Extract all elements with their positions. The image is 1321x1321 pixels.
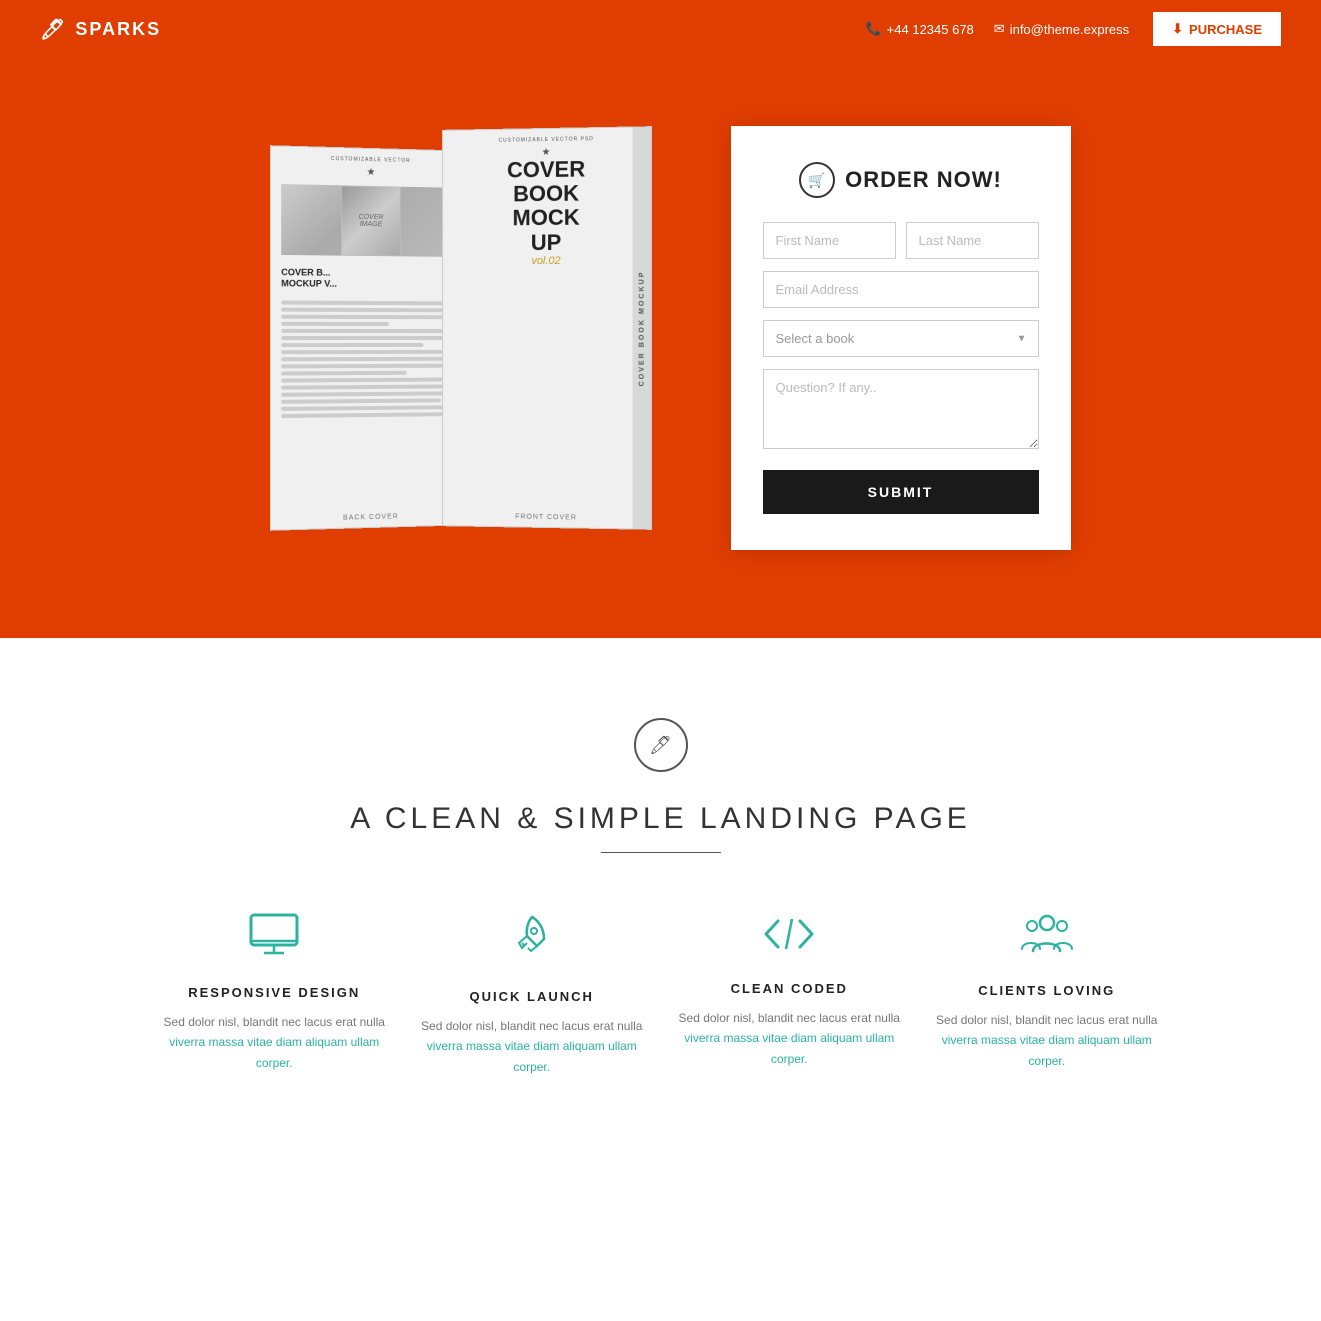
feature-launch-desc: Sed dolor nisl, blandit nec lacus erat n… (418, 1016, 646, 1077)
books-container: CUSTOMIZABLE VECTOR ★ COVERIMAGE COVER B… (251, 118, 671, 558)
section-title: A CLEAN & SIMPLE LANDING PAGE (40, 802, 1281, 836)
section-divider (601, 852, 721, 853)
phone-contact: 📞 +44 12345 678 (865, 21, 973, 37)
last-name-input[interactable] (906, 222, 1039, 259)
header-right: 📞 +44 12345 678 ✉ info@theme.express ⬇ P… (865, 12, 1281, 46)
site-header: 🖊 SPARKS 📞 +44 12345 678 ✉ info@theme.ex… (0, 0, 1321, 58)
question-textarea[interactable] (763, 369, 1039, 449)
feature-launch-title: QUICK LAUNCH (418, 989, 646, 1004)
features-grid: RESPONSIVE DESIGN Sed dolor nisl, blandi… (161, 913, 1161, 1077)
feature-clients-title: CLIENTS LOVING (933, 983, 1161, 998)
book-back-image: COVERIMAGE (281, 184, 458, 257)
name-row (763, 222, 1039, 259)
book-spine: COVER BOOK MOCKUP (632, 127, 650, 529)
feature-clients: CLIENTS LOVING Sed dolor nisl, blandit n… (933, 913, 1161, 1077)
phone-number: +44 12345 678 (887, 22, 974, 37)
feature-launch-link[interactable]: viverra massa vitae diam aliquam ullam c… (427, 1039, 637, 1073)
book-front-bottom: FRONT COVER (443, 506, 651, 528)
feature-coded: CLEAN CODED Sed dolor nisl, blandit nec … (676, 913, 904, 1077)
email-icon: ✉ (994, 21, 1005, 37)
email-contact: ✉ info@theme.express (994, 21, 1129, 37)
logo[interactable]: 🖊 SPARKS (40, 17, 161, 42)
form-title: 🛒 ORDER NOW! (763, 162, 1039, 198)
order-form-container: 🛒 ORDER NOW! Select a book Book 1 Book 2… (731, 126, 1071, 550)
cart-icon: 🛒 (799, 162, 835, 198)
section-book-icon: 🖊 (649, 735, 672, 756)
email-input[interactable] (763, 271, 1039, 308)
book-select-wrapper: Select a book Book 1 Book 2 Book 3 (763, 320, 1039, 357)
feature-responsive-link[interactable]: viverra massa vitae diam aliquam ullam c… (169, 1035, 379, 1069)
order-form: Select a book Book 1 Book 2 Book 3 SUBMI… (763, 222, 1039, 514)
feature-responsive: RESPONSIVE DESIGN Sed dolor nisl, blandi… (161, 913, 389, 1077)
phone-icon: 📞 (865, 21, 881, 37)
book-front-title: COVERBOOKMOCKUP (443, 156, 651, 255)
feature-coded-link[interactable]: viverra massa vitae diam aliquam ullam c… (684, 1031, 894, 1065)
feature-responsive-desc: Sed dolor nisl, blandit nec lacus erat n… (161, 1012, 389, 1073)
book-front: CUSTOMIZABLE VECTOR PSD ★ COVERBOOKMOCKU… (442, 126, 652, 530)
code-icon (676, 913, 904, 961)
feature-launch: QUICK LAUNCH Sed dolor nisl, blandit nec… (418, 913, 646, 1077)
book-back: CUSTOMIZABLE VECTOR ★ COVERIMAGE COVER B… (269, 145, 468, 531)
logo-icon: 🖊 (40, 17, 67, 42)
feature-clients-link[interactable]: viverra massa vitae diam aliquam ullam c… (942, 1033, 1152, 1067)
people-icon (933, 913, 1161, 963)
feature-coded-desc: Sed dolor nisl, blandit nec lacus erat n… (676, 1008, 904, 1069)
book-spine-text: COVER BOOK MOCKUP (638, 270, 645, 386)
book-select[interactable]: Select a book Book 1 Book 2 Book 3 (763, 320, 1039, 357)
feature-responsive-title: RESPONSIVE DESIGN (161, 985, 389, 1000)
email-row (763, 271, 1039, 308)
book-back-bottom: BACK COVER (270, 506, 467, 530)
header-contact: 📞 +44 12345 678 ✉ info@theme.express (865, 21, 1129, 37)
submit-button[interactable]: SUBMIT (763, 470, 1039, 514)
logo-text: SPARKS (75, 19, 161, 40)
form-title-text: ORDER NOW! (845, 167, 1002, 193)
section-icon: 🖊 (634, 718, 688, 772)
features-section: 🖊 A CLEAN & SIMPLE LANDING PAGE RESPONSI… (0, 638, 1321, 1137)
purchase-button[interactable]: ⬇ PURCHASE (1153, 12, 1281, 46)
feature-clients-desc: Sed dolor nisl, blandit nec lacus erat n… (933, 1010, 1161, 1071)
download-icon: ⬇ (1172, 21, 1183, 37)
book-back-lines (270, 293, 467, 425)
email-address: info@theme.express (1010, 22, 1129, 37)
first-name-input[interactable] (763, 222, 896, 259)
feature-coded-title: CLEAN CODED (676, 981, 904, 996)
monitor-icon (161, 913, 389, 965)
rocket-icon (418, 913, 646, 969)
book-front-vol: vol.02 (443, 254, 651, 271)
hero-section: CUSTOMIZABLE VECTOR ★ COVERIMAGE COVER B… (0, 58, 1321, 638)
